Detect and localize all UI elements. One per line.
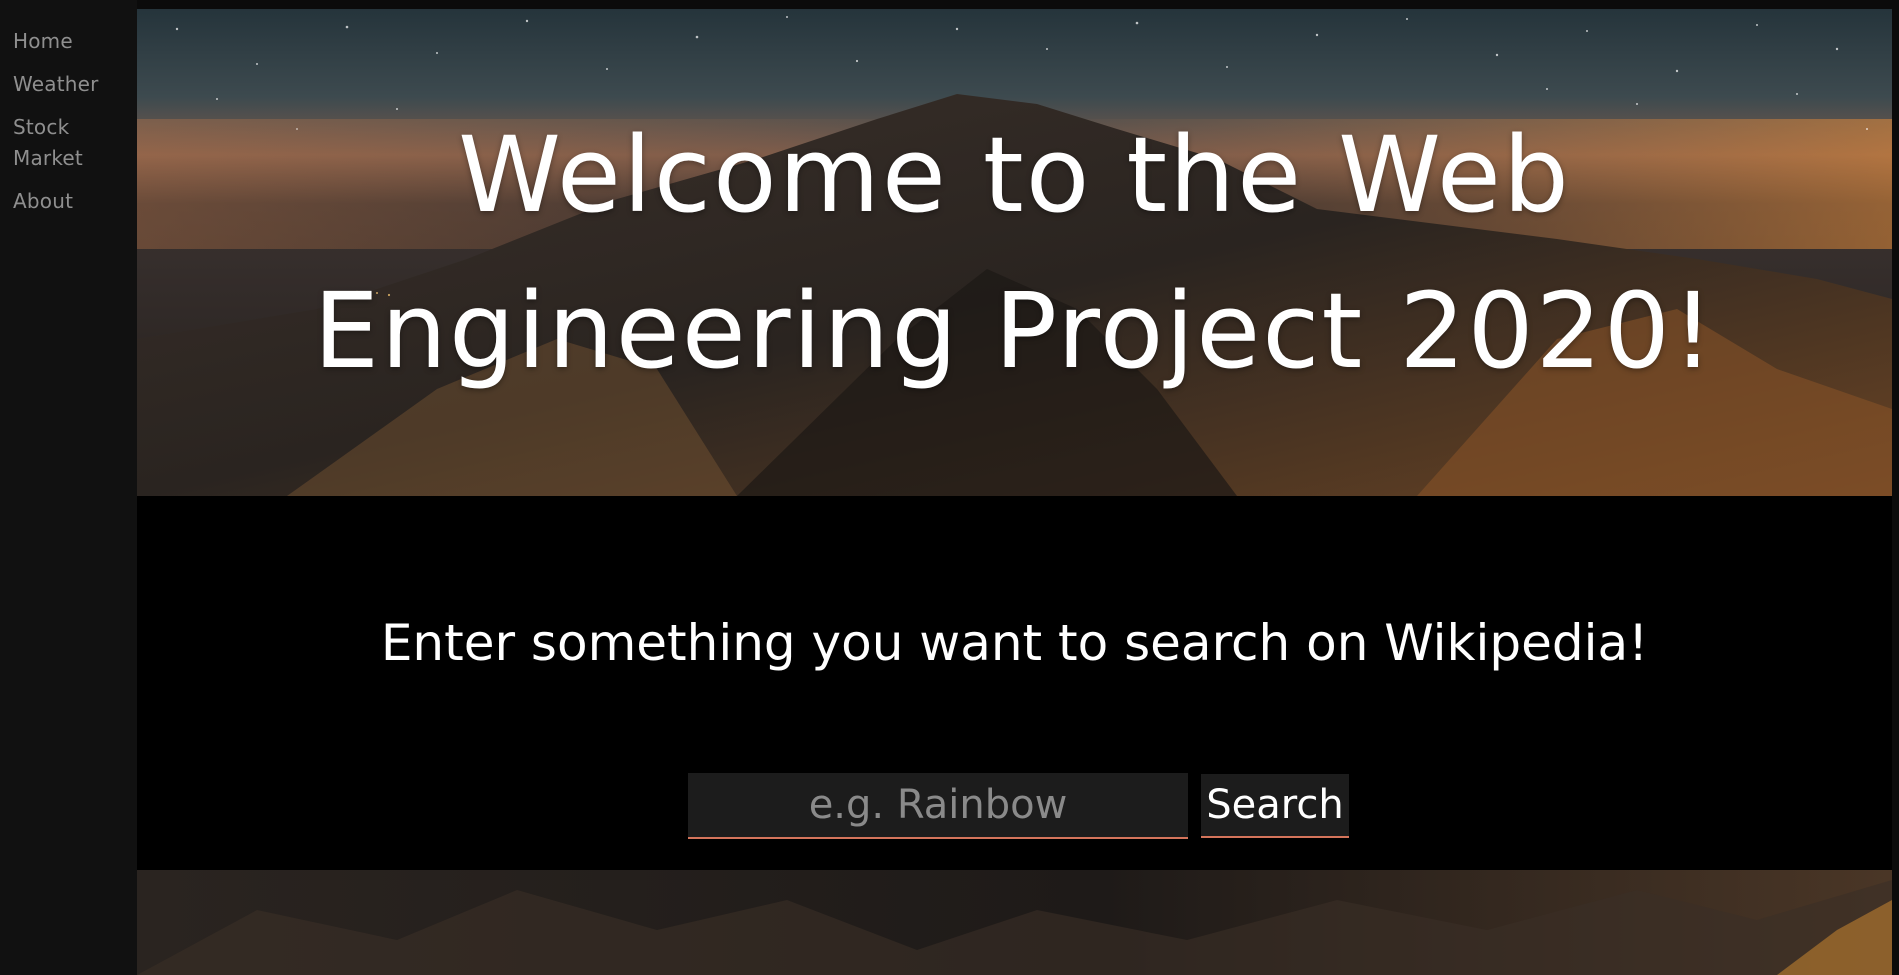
wikipedia-search-section: Enter something you want to search on Wi… [137,496,1892,870]
hero-banner: Welcome to the Web Engineering Project 2… [137,9,1892,496]
nav-link-stock-market[interactable]: Stock Market [0,112,103,174]
right-edge [1892,0,1899,975]
nav-link-home[interactable]: Home [0,26,137,57]
top-bar [137,0,1899,9]
sidebar-nav: Home Weather Stock Market About [0,0,137,975]
mountain-background-image-lower [137,870,1892,975]
nav-link-about[interactable]: About [0,186,137,217]
nav-link-weather[interactable]: Weather [0,69,137,100]
search-input[interactable] [688,773,1188,839]
search-heading: Enter something you want to search on Wi… [380,614,1649,672]
search-button[interactable]: Search [1201,774,1349,838]
page-title: Welcome to the Web Engineering Project 2… [313,114,1716,392]
